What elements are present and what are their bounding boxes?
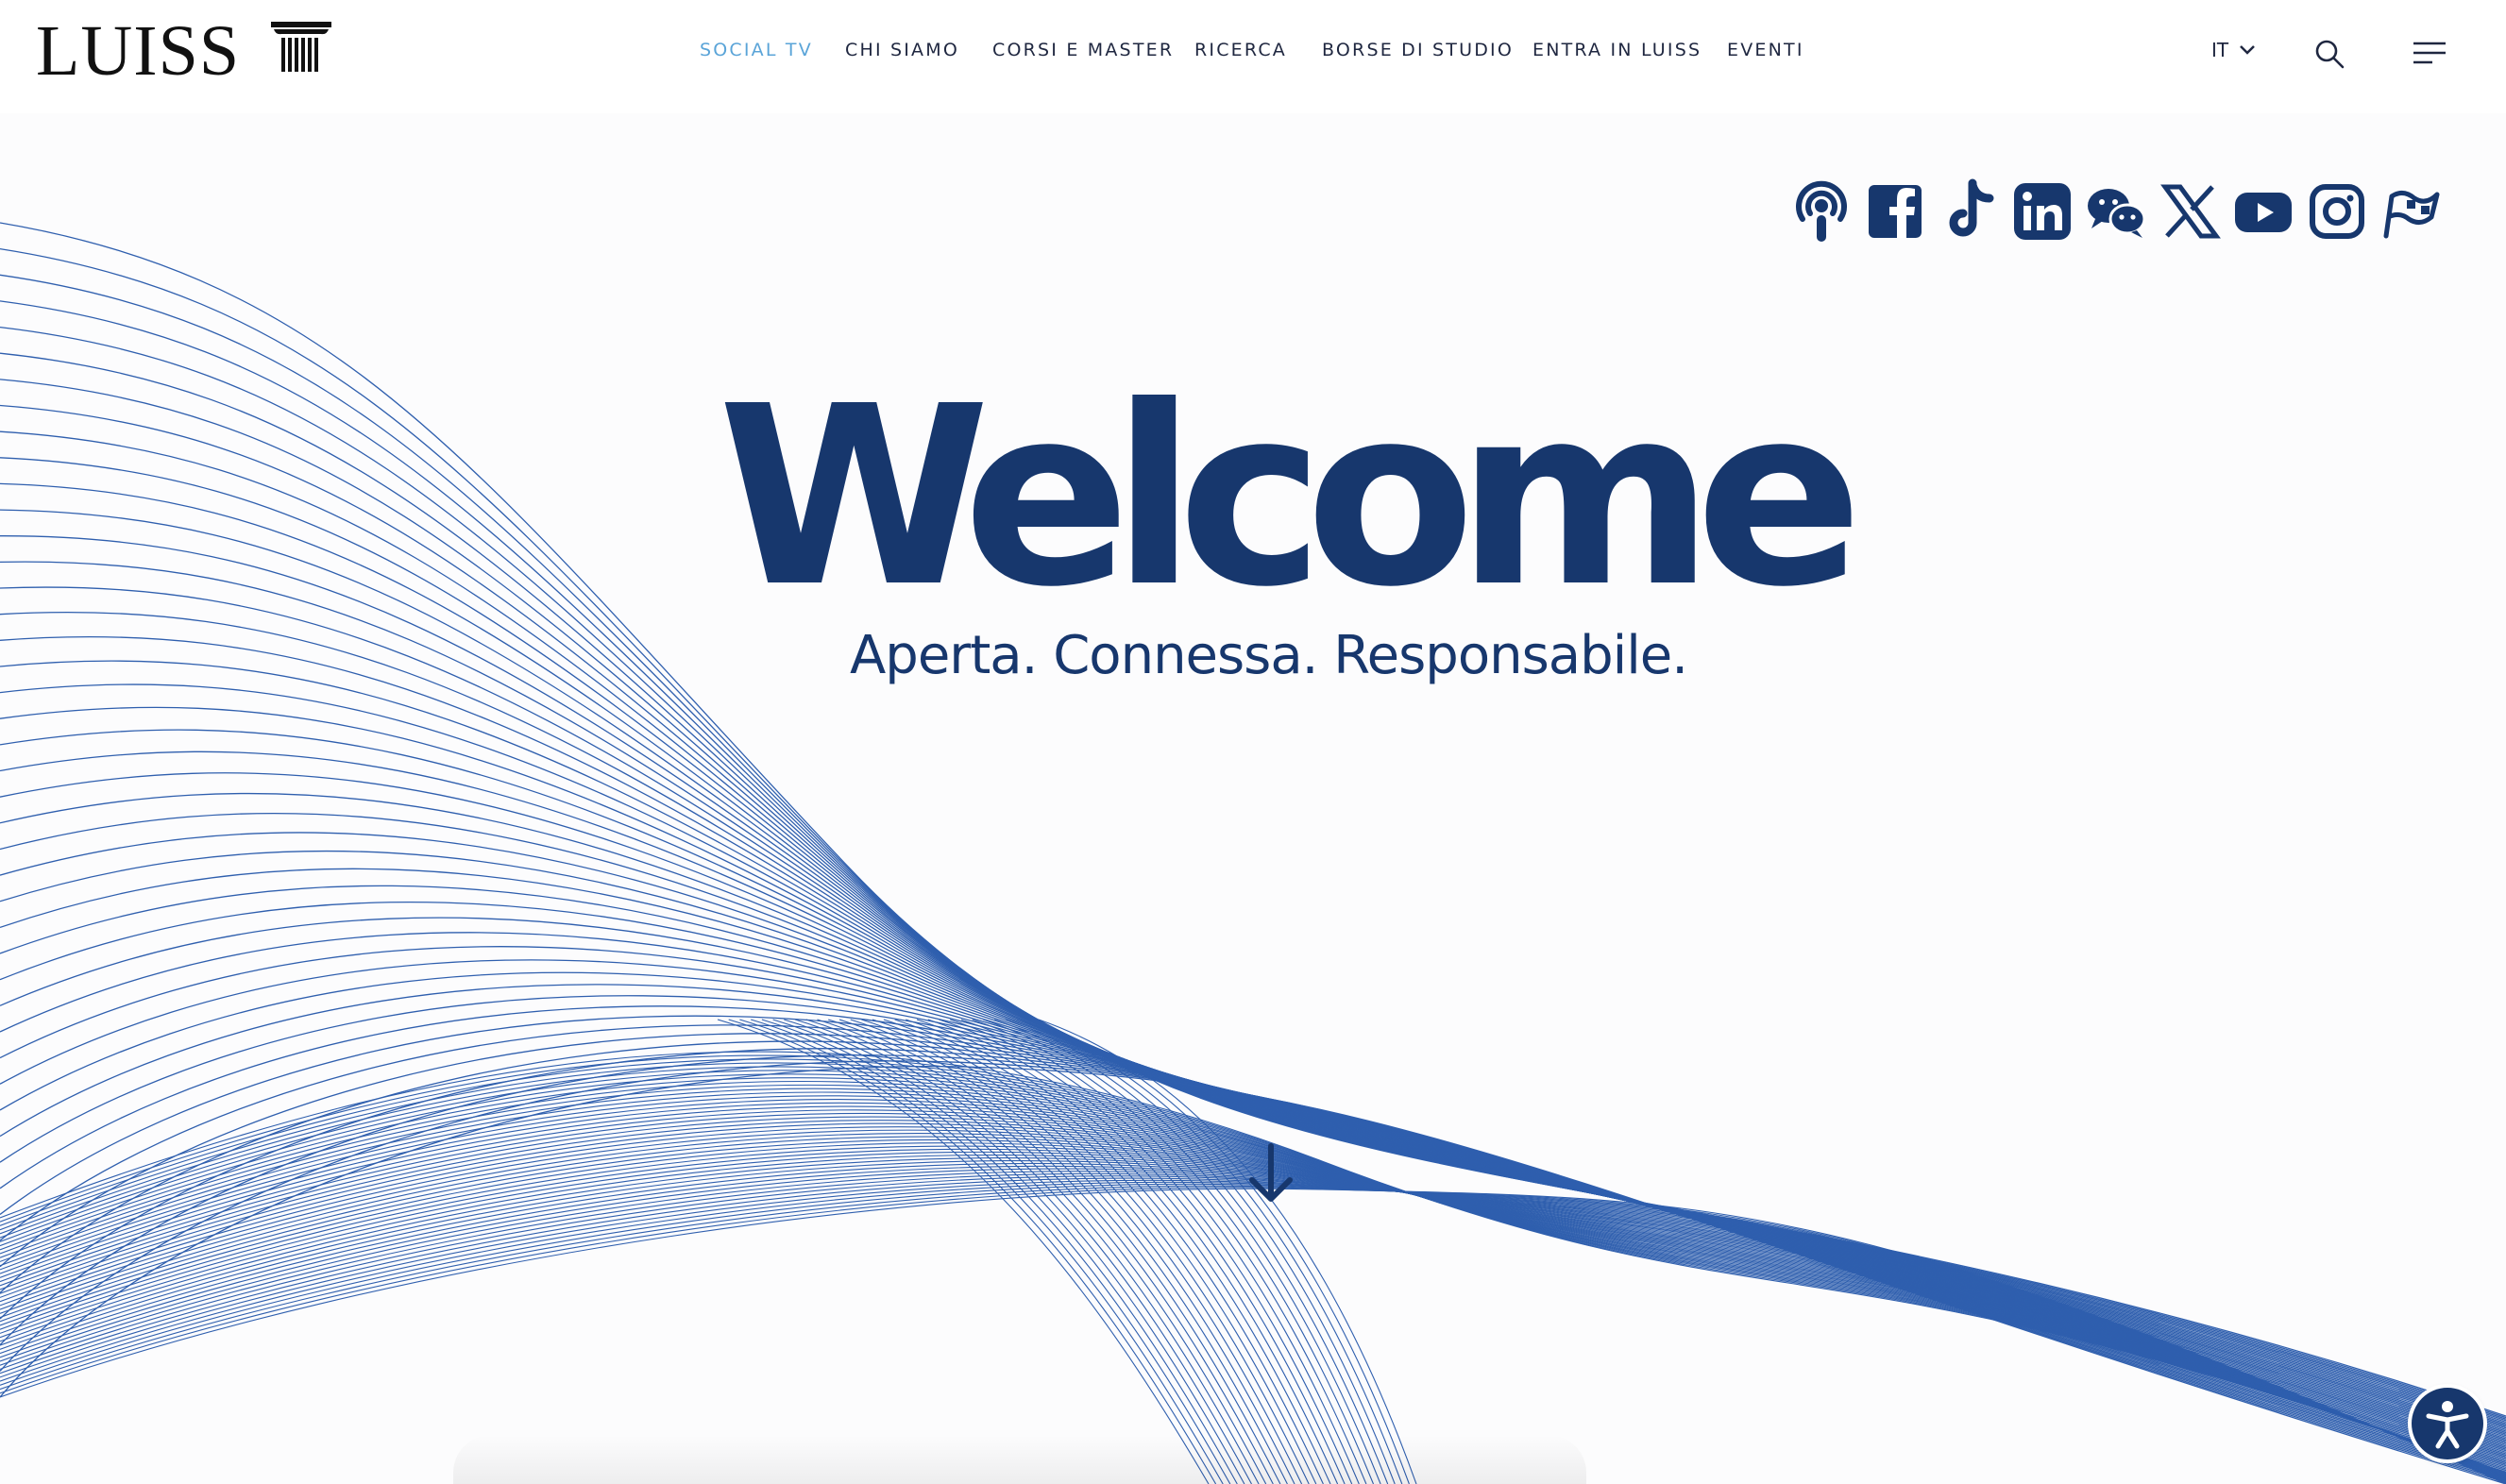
nav-item-chi-siamo[interactable]: CHI SIAMO <box>845 36 959 64</box>
flag-icon[interactable] <box>2379 177 2443 245</box>
facebook-icon[interactable] <box>1863 177 1927 245</box>
accessibility-button[interactable] <box>2412 1388 2483 1459</box>
wave-line <box>0 1005 2506 1473</box>
hero-title: Welcome <box>718 353 1863 641</box>
search-icon[interactable] <box>2313 38 2345 70</box>
language-selector[interactable]: IT <box>2211 36 2255 64</box>
wave-lines-graphic <box>0 222 2506 1484</box>
wave-line <box>0 1066 2506 1475</box>
youtube-icon[interactable] <box>2231 177 2295 245</box>
chevron-down-icon <box>2240 45 2255 55</box>
nav-item-corsi-e-master[interactable]: CORSI E MASTER <box>992 36 1174 64</box>
content-card-edge <box>453 1435 1586 1484</box>
x-icon[interactable] <box>2158 177 2222 245</box>
tiktok-icon[interactable] <box>1937 177 2001 245</box>
podcast-icon[interactable] <box>1789 177 1854 245</box>
nav-item-entra-in-luiss[interactable]: ENTRA IN LUISS <box>1532 36 1702 64</box>
accessibility-icon <box>2426 1401 2469 1449</box>
nav-item-borse-di-studio[interactable]: BORSE DI STUDIO <box>1322 36 1514 64</box>
nav-item-ricerca[interactable]: RICERCA <box>1194 36 1287 64</box>
language-label: IT <box>2211 39 2229 61</box>
main-navigation: SOCIAL TV CHI SIAMO CORSI E MASTER RICER… <box>0 36 2506 64</box>
hero-subtitle: Aperta. Connessa. Responsabile. <box>850 625 1688 686</box>
wave-line <box>0 1058 2506 1475</box>
linkedin-icon[interactable] <box>2010 177 2074 245</box>
nav-item-social-tv[interactable]: SOCIAL TV <box>700 36 813 64</box>
wave-line <box>0 971 2506 1469</box>
wechat-icon[interactable] <box>2084 177 2148 245</box>
menu-icon[interactable] <box>2412 40 2447 66</box>
arrow-down-icon[interactable] <box>1245 1142 1297 1206</box>
instagram-icon[interactable] <box>2305 177 2369 245</box>
site-header: LUISS SOCIAL TV CHI SIAMO CORSI E MASTER… <box>0 0 2506 113</box>
nav-item-eventi[interactable]: EVENTI <box>1727 36 1804 64</box>
